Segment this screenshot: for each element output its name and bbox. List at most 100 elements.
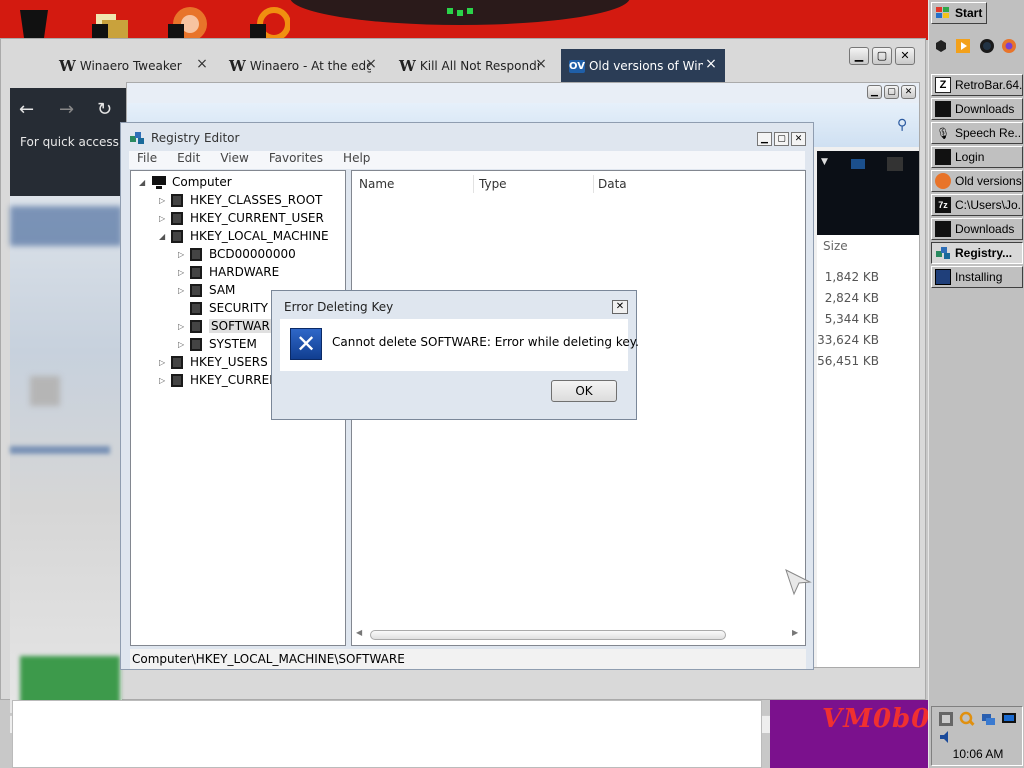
scroll-left-icon[interactable]: ◀ bbox=[356, 628, 362, 637]
quicklaunch-app-icon[interactable] bbox=[933, 38, 949, 54]
maximize-button[interactable]: ▢ bbox=[872, 47, 892, 65]
tree-node-key[interactable]: SECURITY bbox=[178, 299, 268, 317]
taskbar-button-7zip[interactable]: 7z C:\Users\Jo... bbox=[931, 194, 1023, 216]
mouse-cursor-icon bbox=[785, 569, 812, 596]
tree-label: SECURITY bbox=[209, 301, 268, 315]
collapse-arrow-icon[interactable]: ◢ bbox=[139, 178, 149, 187]
close-button[interactable]: ✕ bbox=[791, 132, 806, 146]
tab-label: Kill All Not Respondi bbox=[419, 59, 541, 73]
firefox-desktop-icon[interactable] bbox=[168, 4, 208, 38]
clock[interactable]: 10:06 AM bbox=[932, 747, 1024, 761]
tree-label: BCD00000000 bbox=[209, 247, 296, 261]
tree-node-computer[interactable]: ◢ Computer bbox=[139, 173, 232, 191]
list-horizontal-scrollbar[interactable]: ◀ ▶ bbox=[356, 627, 802, 643]
maximize-button[interactable]: ▢ bbox=[884, 85, 899, 99]
ov-favicon-icon: OV bbox=[569, 59, 585, 73]
expand-arrow-icon[interactable]: ▷ bbox=[159, 376, 169, 385]
tree-node-key[interactable]: ▷ SYSTEM bbox=[178, 335, 257, 353]
volume-icon[interactable] bbox=[938, 729, 954, 745]
taskbar-button-firefox[interactable]: Old versions... bbox=[931, 170, 1023, 192]
expand-arrow-icon[interactable]: ▷ bbox=[178, 268, 188, 277]
folder-icon bbox=[935, 221, 951, 237]
tree-label: HKEY_USERS bbox=[190, 355, 268, 369]
back-icon[interactable]: ← bbox=[19, 99, 34, 120]
quicklaunch-circle-icon[interactable] bbox=[979, 38, 995, 54]
close-button[interactable]: ✕ bbox=[895, 47, 915, 65]
taskbar: Start Z RetroBar.64... Downloads 🎙 Speech … bbox=[928, 0, 1024, 768]
browser-tab-2[interactable]: W Winaero - At the edg bbox=[221, 51, 371, 81]
dialog-close-button[interactable]: ✕ bbox=[612, 300, 628, 314]
scroll-thumb[interactable] bbox=[370, 630, 726, 640]
recycle-bin-icon[interactable] bbox=[14, 4, 54, 38]
scroll-right-icon[interactable]: ▶ bbox=[792, 628, 798, 637]
minimize-button[interactable]: ▁ bbox=[849, 47, 869, 65]
browser-tab-1[interactable]: W Winaero Tweaker bbox=[51, 51, 201, 81]
error-dialog: Error Deleting Key ✕ ✕ Cannot delete SOF… bbox=[271, 290, 639, 420]
collapse-arrow-icon[interactable]: ◢ bbox=[159, 232, 169, 241]
browser-tab-3[interactable]: W Kill All Not Respondi bbox=[391, 51, 541, 81]
size-column-header[interactable]: Size bbox=[823, 239, 919, 253]
tree-node-hive[interactable]: ▷ HKEY_CLASSES_ROOT bbox=[159, 191, 322, 209]
expand-arrow-icon[interactable]: ▷ bbox=[178, 340, 188, 349]
tree-node-hive[interactable]: ▷ HKEY_CURREN bbox=[159, 371, 278, 389]
reload-icon[interactable]: ↻ bbox=[97, 99, 112, 120]
windows-logo-icon bbox=[936, 7, 949, 18]
webpage-content bbox=[10, 196, 122, 716]
expand-arrow-icon[interactable]: ▷ bbox=[159, 358, 169, 367]
column-header-data[interactable]: Data bbox=[598, 177, 627, 191]
tree-node-hive[interactable]: ▷ HKEY_CURRENT_USER bbox=[159, 209, 324, 227]
taskbar-button-regedit[interactable]: Registry... bbox=[931, 242, 1023, 264]
browser-tab-active[interactable]: OV Old versions of Wind bbox=[561, 49, 725, 83]
tree-node-hive[interactable]: ▷ HKEY_USERS bbox=[159, 353, 268, 371]
expand-arrow-icon[interactable]: ▷ bbox=[159, 214, 169, 223]
tray-app-icon[interactable] bbox=[938, 711, 954, 727]
search-tray-icon[interactable] bbox=[959, 711, 975, 727]
taskbar-button-downloads[interactable]: Downloads bbox=[931, 98, 1023, 120]
minimize-button[interactable]: ▁ bbox=[757, 132, 772, 146]
nav-buttons: ← → ↻ bbox=[19, 99, 119, 121]
menu-favorites[interactable]: Favorites bbox=[269, 151, 323, 169]
ok-button[interactable]: OK bbox=[551, 380, 617, 402]
monitor-icon[interactable] bbox=[1001, 711, 1017, 727]
start-button[interactable]: Start bbox=[931, 2, 987, 24]
tree-label: HKEY_CURREN bbox=[190, 373, 279, 387]
firefox-icon[interactable] bbox=[1001, 38, 1017, 54]
minimize-button[interactable]: ▁ bbox=[867, 85, 882, 99]
dropdown-arrow-icon[interactable]: ▼ bbox=[821, 157, 828, 167]
folder-icon bbox=[190, 283, 202, 297]
tree-node-key[interactable]: ▷ BCD00000000 bbox=[178, 245, 296, 263]
close-button[interactable]: ✕ bbox=[901, 85, 916, 99]
app-desktop-icon[interactable] bbox=[250, 4, 290, 38]
dialog-body: ✕ Cannot delete SOFTWARE: Error while de… bbox=[280, 319, 639, 371]
folder-icon bbox=[171, 229, 183, 243]
taskbar-button-login[interactable]: Login bbox=[931, 146, 1023, 168]
taskbar-button-retrobar[interactable]: Z RetroBar.64... bbox=[931, 74, 1023, 96]
close-tab-icon[interactable]: × bbox=[364, 57, 378, 71]
expand-arrow-icon[interactable]: ▷ bbox=[178, 286, 188, 295]
folder-desktop-icon[interactable] bbox=[92, 4, 132, 38]
forward-icon[interactable]: → bbox=[59, 99, 74, 120]
tree-node-key-selected[interactable]: ▷ SOFTWARE bbox=[178, 317, 280, 335]
network-icon[interactable] bbox=[980, 711, 996, 727]
tree-node-hive[interactable]: ◢ HKEY_LOCAL_MACHINE bbox=[159, 227, 329, 245]
column-header-name[interactable]: Name bbox=[359, 177, 394, 191]
expand-arrow-icon[interactable]: ▷ bbox=[159, 196, 169, 205]
taskbar-button-installing[interactable]: Installing bbox=[931, 266, 1023, 288]
tree-node-key[interactable]: ▷ HARDWARE bbox=[178, 263, 279, 281]
taskbar-button-speech[interactable]: 🎙 Speech Re... bbox=[931, 122, 1023, 144]
menu-view[interactable]: View bbox=[220, 151, 248, 169]
close-tab-icon[interactable]: × bbox=[534, 57, 548, 71]
close-tab-icon[interactable]: × bbox=[704, 57, 718, 71]
menu-help[interactable]: Help bbox=[343, 151, 370, 169]
menu-edit[interactable]: Edit bbox=[177, 151, 200, 169]
taskbar-button-downloads-2[interactable]: Downloads bbox=[931, 218, 1023, 240]
search-icon[interactable]: ⚲ bbox=[897, 117, 913, 133]
tree-node-key[interactable]: ▷ SAM bbox=[178, 281, 235, 299]
expand-arrow-icon[interactable]: ▷ bbox=[178, 250, 188, 259]
column-header-type[interactable]: Type bbox=[479, 177, 507, 191]
media-player-icon[interactable] bbox=[955, 38, 971, 54]
close-tab-icon[interactable]: × bbox=[195, 57, 209, 71]
maximize-button[interactable]: ▢ bbox=[774, 132, 789, 146]
expand-arrow-icon[interactable]: ▷ bbox=[178, 322, 188, 331]
menu-file[interactable]: File bbox=[137, 151, 157, 169]
